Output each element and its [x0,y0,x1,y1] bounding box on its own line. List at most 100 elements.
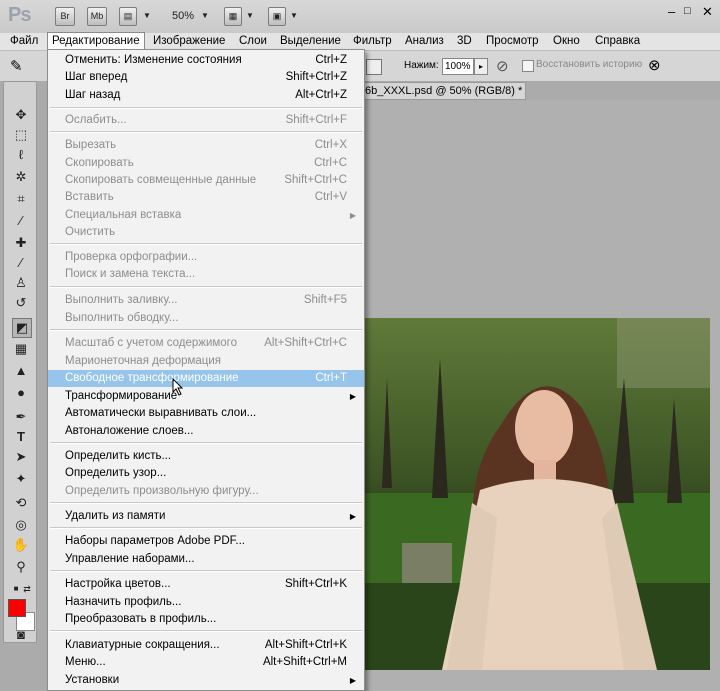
menu-item-puppet-warp[interactable]: Марионеточная деформация [48,353,364,370]
restore-history-checkbox[interactable] [522,60,534,72]
healing-brush-tool-icon[interactable]: ✚ [12,234,30,252]
chevron-down-icon[interactable]: ▼ [201,11,209,20]
menu-image[interactable]: Изображение [149,33,229,50]
menu-window[interactable]: Окно [549,33,584,50]
path-selection-tool-icon[interactable]: ➤ [12,448,30,466]
pen-tool-icon[interactable]: ✒ [12,408,30,426]
chevron-down-icon[interactable]: ▼ [143,11,151,20]
menu-item-shortcut: Shift+Ctrl+K [285,578,347,590]
3d-rotate-tool-icon[interactable]: ⟲ [12,494,30,512]
menu-item-preset-manager[interactable]: Управление наборами... [48,551,364,568]
menu-item-label: Выполнить обводку... [65,312,179,324]
eraser-icon[interactable]: ✎ [10,57,23,75]
menu-item-check-spelling[interactable]: Проверка орфографии... [48,249,364,266]
dodge-tool-icon[interactable]: ● [12,384,30,402]
menu-item-paste[interactable]: Вставить Ctrl+V [48,189,364,206]
menu-item-copy[interactable]: Скопировать Ctrl+C [48,155,364,172]
document-image [362,318,710,670]
menu-item-auto-align-layers[interactable]: Автоматически выравнивать слои... [48,405,364,422]
mini-bridge-button[interactable]: Mb [87,7,107,26]
menu-item-menus[interactable]: Меню... Alt+Shift+Ctrl+M [48,654,364,671]
arrange-documents-button[interactable]: ▦ [224,7,242,26]
chevron-down-icon[interactable]: ▼ [246,11,254,20]
menu-item-shortcut: Alt+Ctrl+Z [295,89,347,101]
tablet-pressure-icon[interactable]: ⊘ [496,57,509,75]
menu-item-undo[interactable]: Отменить: Изменение состояния Ctrl+Z [48,52,364,69]
menu-item-shortcut: Ctrl+C [314,157,347,169]
crop-tool-icon[interactable]: ⌗ [12,190,30,208]
zoom-level[interactable]: 50% [172,10,194,22]
menu-3d[interactable]: 3D [453,33,476,50]
menu-item-step-backward[interactable]: Шаг назад Alt+Ctrl+Z [48,87,364,104]
menu-item-fill[interactable]: Выполнить заливку... Shift+F5 [48,292,364,309]
zoom-tool-icon[interactable]: ⚲ [12,558,30,576]
tablet-size-icon[interactable]: ⊗ [648,56,661,74]
menu-item-find-replace[interactable]: Поиск и замена текста... [48,266,364,283]
marquee-tool-icon[interactable]: ⬚ [12,126,30,144]
quick-mask-icon[interactable]: ◙ [12,626,30,644]
menu-layers[interactable]: Слои [235,33,271,50]
menu-view[interactable]: Просмотр [482,33,543,50]
menu-item-label: Свободное трансформирование [65,372,239,384]
minimize-icon[interactable]: – [668,4,675,19]
menu-item-label: Поиск и замена текста... [65,268,196,280]
menu-item-color-settings[interactable]: Настройка цветов... Shift+Ctrl+K [48,576,364,593]
eraser-tool-icon[interactable]: ◩ [12,318,32,338]
menu-item-convert-to-profile[interactable]: Преобразовать в профиль... [48,611,364,628]
menu-item-fade[interactable]: Ослабить... Shift+Ctrl+F [48,112,364,129]
menu-help[interactable]: Справка [591,33,644,50]
menu-item-cut[interactable]: Вырезать Ctrl+X [48,137,364,154]
hand-tool-icon[interactable]: ✋ [12,536,30,554]
blur-tool-icon[interactable]: ▲ [12,362,30,380]
maximize-icon[interactable]: □ [684,5,691,17]
menu-item-define-pattern[interactable]: Определить узор... [48,465,364,482]
menu-filter[interactable]: Фильтр [349,33,396,50]
history-brush-tool-icon[interactable]: ↺ [12,294,30,312]
menu-item-auto-blend-layers[interactable]: Автоналожение слоев... [48,423,364,440]
menu-item-preferences[interactable]: Установки ▶ [48,672,364,689]
bridge-button[interactable]: Br [55,7,75,26]
3d-orbit-tool-icon[interactable]: ◎ [12,516,30,534]
screen-mode-button[interactable]: ▣ [268,7,286,26]
view-extras-button[interactable]: ▤ [119,7,137,26]
menu-item-paste-special[interactable]: Специальная вставка ▶ [48,207,364,224]
eyedropper-tool-icon[interactable]: ∕ [12,212,30,230]
pressure-slider-button[interactable]: ▸ [474,58,488,75]
menu-item-transform[interactable]: Трансформирование ▶ [48,388,364,405]
chevron-down-icon[interactable]: ▼ [290,11,298,20]
menu-item-keyboard-shortcuts[interactable]: Клавиатурные сокращения... Alt+Shift+Ctrl… [48,637,364,654]
gradient-tool-icon[interactable]: ▦ [12,340,30,358]
lasso-tool-icon[interactable]: ℓ [12,146,30,164]
menu-item-step-forward[interactable]: Шаг вперед Shift+Ctrl+Z [48,69,364,86]
menu-item-purge[interactable]: Удалить из памяти ▶ [48,508,364,525]
brush-tool-icon[interactable]: ⁄ [12,254,30,272]
swap-colors-icon[interactable]: ⇄ [18,580,36,598]
mouse-cursor-icon [172,378,184,396]
menu-item-label: Выполнить заливку... [65,294,178,306]
foreground-color-swatch[interactable] [8,599,26,617]
quick-selection-tool-icon[interactable]: ✲ [12,168,30,186]
menu-file[interactable]: Файл [6,33,42,50]
menu-item-free-transform[interactable]: Свободное трансформирование Ctrl+T [48,370,364,387]
document-tab[interactable]: 6b_XXXL.psd @ 50% (RGB/8) * [360,82,526,100]
menu-select[interactable]: Выделение [276,33,345,50]
menu-analysis[interactable]: Анализ [401,33,448,50]
pressure-input[interactable]: 100% [442,58,474,75]
close-icon[interactable]: ✕ [702,4,713,20]
menu-item-content-aware-scale[interactable]: Масштаб с учетом содержимого Alt+Shift+Ct… [48,335,364,352]
menu-item-stroke[interactable]: Выполнить обводку... [48,310,364,327]
menu-item-define-brush[interactable]: Определить кисть... [48,448,364,465]
clone-stamp-tool-icon[interactable]: ♙ [12,274,30,292]
menu-item-adobe-pdf-presets[interactable]: Наборы параметров Adobe PDF... [48,533,364,550]
type-tool-icon[interactable]: T [12,428,30,446]
menu-item-copy-merged[interactable]: Скопировать совмещенные данные Shift+Ctrl… [48,172,364,189]
custom-shape-tool-icon[interactable]: ✦ [12,470,30,488]
menu-item-assign-profile[interactable]: Назначить профиль... [48,594,364,611]
submenu-arrow-icon: ▶ [349,211,356,220]
menu-item-define-custom-shape[interactable]: Определить произвольную фигуру... [48,483,364,500]
menu-item-label: Настройка цветов... [65,578,171,590]
menu-item-clear[interactable]: Очистить [48,224,364,241]
airbrush-toggle[interactable] [366,59,382,75]
move-tool-icon[interactable]: ✥ [12,106,30,124]
menu-item-label: Марионеточная деформация [65,355,222,367]
